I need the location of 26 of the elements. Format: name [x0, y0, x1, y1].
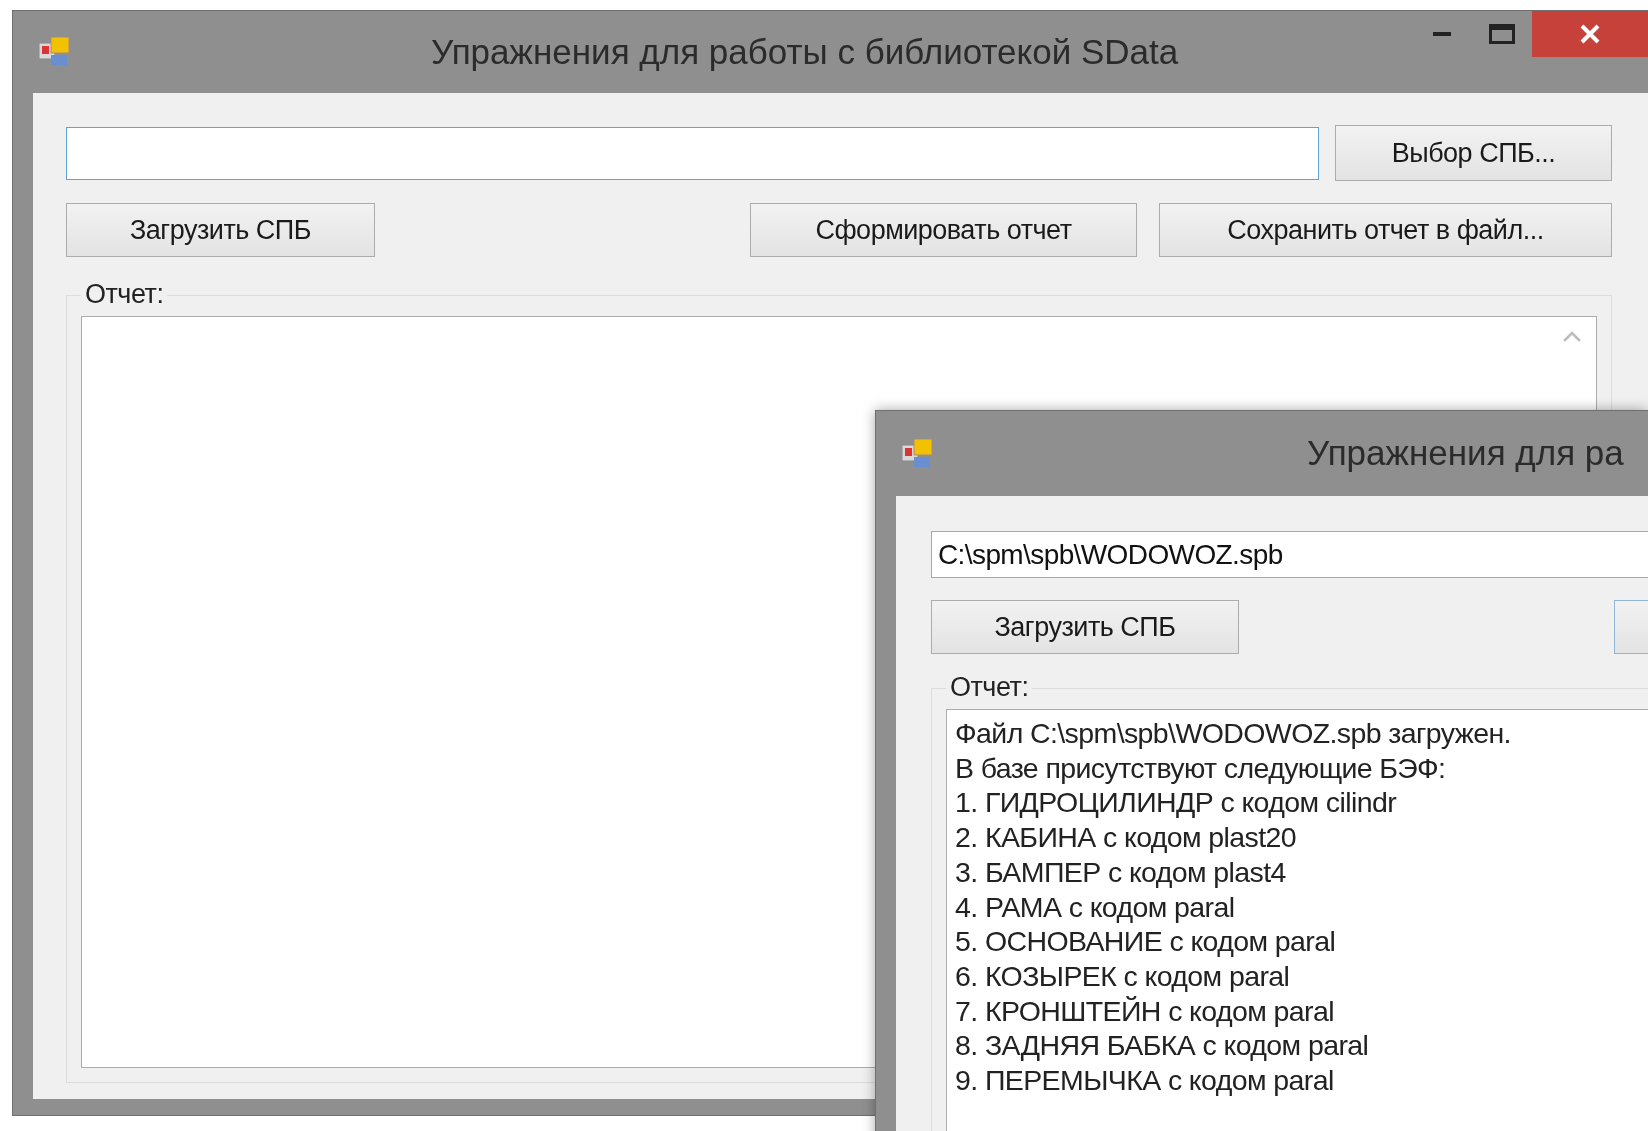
- action-button[interactable]: Сформировать отчет: [750, 203, 1137, 257]
- close-button[interactable]: [1532, 11, 1648, 57]
- report-line: Файл C:\spm\spb\WODOWOZ.spb загружен.: [955, 716, 1512, 751]
- close-icon: [1579, 23, 1601, 45]
- path-field[interactable]: C:\spm\spb\WODOWOZ.spb: [931, 531, 1648, 578]
- action-button[interactable]: Сохранить отчет в файл...: [1159, 203, 1612, 257]
- maximize-icon: [1489, 24, 1515, 44]
- report-line: 4. РАМА с кодом paral: [955, 889, 1236, 925]
- report-line: 6. КОЗЫРЕК с кодом paral: [955, 958, 1291, 994]
- report-line: В базе присутствуют следующие БЭФ:: [955, 750, 1447, 786]
- report-line: 5. ОСНОВАНИЕ с кодом paral: [955, 924, 1337, 959]
- app-icon: [902, 438, 934, 469]
- report-line: 1. ГИДРОЦИЛИНДР с кодом cilindr: [955, 785, 1398, 821]
- report-line: 7. КРОНШТЕЙН с кодом paral: [955, 993, 1335, 1029]
- report-line: 3. БАМПЕР с кодом plast4: [955, 854, 1287, 890]
- action-button[interactable]: Загрузить СПБ: [931, 600, 1239, 654]
- window-title: Упражнения для работы с библиотекой SData: [431, 30, 1179, 73]
- report-line: 8. ЗАДНЯЯ БАБКА с кодом paral: [955, 1028, 1370, 1064]
- window-title: Упражнения для ра: [1307, 432, 1624, 475]
- action-button[interactable]: Загрузить СПБ: [66, 203, 375, 257]
- minimize-icon: [1433, 31, 1451, 37]
- path-field[interactable]: [66, 126, 1319, 180]
- browse-button[interactable]: Выбор СПБ...: [1335, 125, 1612, 181]
- report-line: 2. КАБИНА с кодом plast20: [955, 820, 1298, 855]
- app-icon: [39, 37, 71, 67]
- report-line: 9. ПЕРЕМЫЧКА с кодом paral: [955, 1063, 1335, 1098]
